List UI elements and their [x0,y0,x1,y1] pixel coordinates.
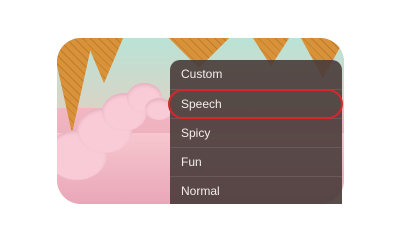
selection-highlight-ring [168,89,343,119]
menu-item-fun[interactable]: Fun [170,147,342,176]
style-options-menu: Custom Speech Spicy Fun Normal [170,60,342,204]
menu-item-spicy[interactable]: Spicy [170,118,342,147]
menu-item-normal[interactable]: Normal [170,176,342,204]
menu-item-custom[interactable]: Custom [170,60,342,89]
